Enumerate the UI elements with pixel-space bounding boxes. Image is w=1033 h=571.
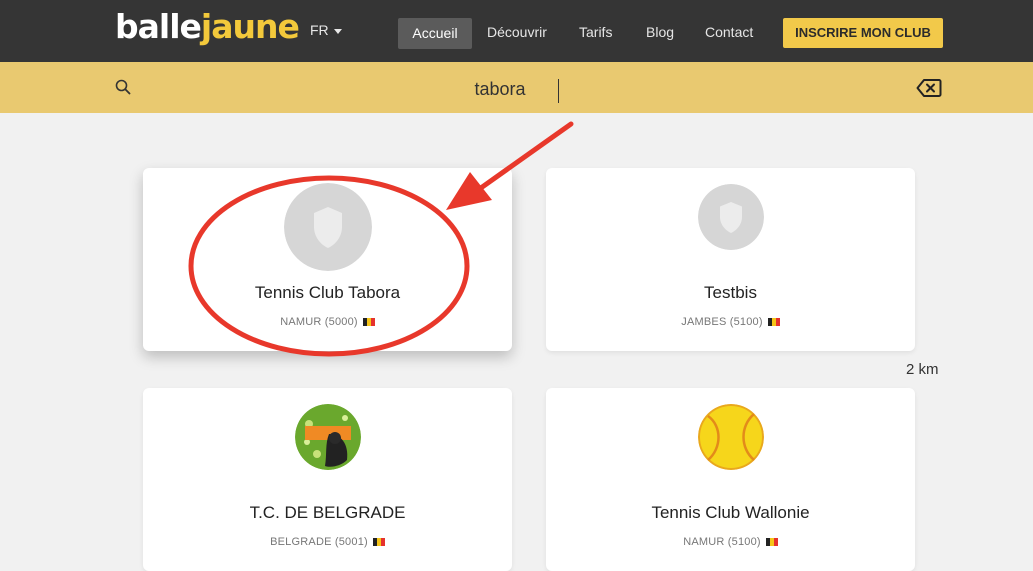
club-name: Tennis Club Tabora (254, 283, 401, 302)
club-card[interactable]: Testbis JAMBES (5100) (546, 168, 915, 351)
caret-down-icon (333, 28, 342, 34)
club-name: Testbis (704, 283, 757, 302)
brand-logo[interactable]: ballejaune (115, 7, 300, 47)
club-card[interactable]: T.C. DE BELGRADE BELGRADE (5001) (143, 388, 512, 571)
register-club-button[interactable]: INSCRIRE MON CLUB (783, 18, 943, 48)
search-icon[interactable] (114, 78, 132, 96)
club-avatar (697, 404, 764, 470)
belgium-flag-icon (767, 318, 780, 326)
club-location: NAMUR (5000) (143, 316, 512, 328)
club-avatar (283, 183, 372, 271)
nav-item-decouvrir[interactable]: Découvrir (487, 20, 547, 44)
club-card[interactable]: Tennis Club Tabora NAMUR (5000) (143, 168, 512, 351)
club-location-text: BELGRADE (5001) (270, 536, 368, 548)
club-location: NAMUR (5100) (546, 536, 915, 548)
club-name: T.C. DE BELGRADE (249, 503, 406, 522)
distance-label: 2 km (906, 361, 939, 378)
language-selector[interactable]: FR (310, 20, 342, 40)
logo-part-white: balle (115, 7, 202, 46)
club-avatar (697, 184, 764, 250)
club-logo-icon (294, 404, 361, 470)
tennis-ball-icon (697, 404, 764, 470)
club-avatar (294, 404, 361, 470)
search-bar (0, 62, 1033, 113)
belgium-flag-icon (362, 318, 375, 326)
language-label: FR (310, 22, 329, 38)
belgium-flag-icon (765, 538, 778, 546)
club-location-text: NAMUR (5100) (683, 536, 761, 548)
club-location: JAMBES (5100) (546, 316, 915, 328)
text-cursor (558, 79, 559, 103)
shield-placeholder-icon (283, 183, 372, 271)
search-input[interactable] (380, 75, 620, 103)
club-name: Tennis Club Wallonie (651, 503, 810, 522)
nav-item-accueil[interactable]: Accueil (398, 18, 472, 49)
club-card[interactable]: Tennis Club Wallonie NAMUR (5100) (546, 388, 915, 571)
club-location-text: JAMBES (5100) (681, 316, 763, 328)
shield-placeholder-icon (697, 184, 764, 250)
club-location: BELGRADE (5001) (143, 536, 512, 548)
nav-item-tarifs[interactable]: Tarifs (579, 20, 612, 44)
nav-label-accueil: Accueil (412, 25, 458, 41)
club-location-text: NAMUR (5000) (280, 316, 358, 328)
belgium-flag-icon (372, 538, 385, 546)
nav-item-blog[interactable]: Blog (646, 20, 674, 44)
nav-item-contact[interactable]: Contact (705, 20, 753, 44)
logo-part-yellow: jaune (200, 7, 300, 46)
top-navbar: ballejaune FR Accueil Découvrir Tarifs B… (0, 0, 1033, 62)
backspace-clear-icon[interactable] (916, 78, 942, 98)
